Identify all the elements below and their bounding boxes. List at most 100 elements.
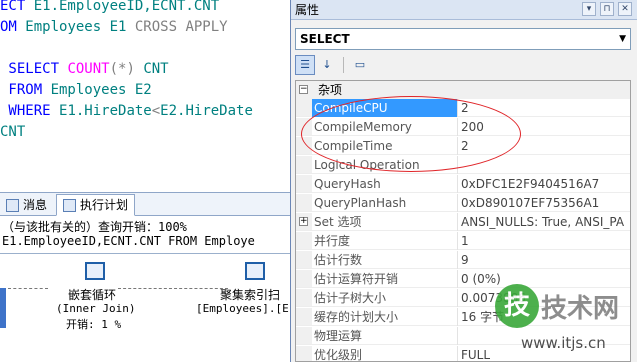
properties-titlebar: 属性 ▾ ⊓ ✕ [291,0,637,20]
nested-loops-icon[interactable] [85,262,105,280]
object-selector[interactable]: SELECT ▼ [295,28,631,50]
row-gutter [296,327,312,344]
select-operator-edge [0,288,6,328]
property-row[interactable]: 估计行数 9 [296,251,630,269]
property-name: 估计行数 [312,251,458,269]
row-gutter [296,289,312,306]
code-token: E1.EmployeeID,ECNT.CNT [33,0,220,14]
properties-title: 属性 [295,3,320,17]
property-value[interactable]: 1 [459,232,630,250]
code-line: FROM Employees E2 [0,80,152,101]
property-value[interactable]: 0xDFC1E2F9404516A7 [459,175,630,193]
property-value[interactable] [459,156,630,174]
tab-execution-plan-label: 执行计划 [80,198,129,212]
property-row[interactable]: 并行度 1 [296,232,630,250]
property-row[interactable]: + Set 选项 ANSI_NULLS: True, ANSI_PA [296,213,630,231]
row-gutter [296,251,312,268]
row-gutter [296,270,312,287]
plan-query-text: E1.EmployeeID,ECNT.CNT FROM Employe [2,234,255,248]
property-value[interactable]: 200 [459,118,630,136]
alphabetical-sort-icon[interactable]: ↓ [317,55,337,75]
code-token: FROM [0,82,51,98]
plan-query-cost: （与该批有关的）查询开销：100% [2,220,187,234]
clustered-index-scan-label: 聚集索引扫 [220,288,281,302]
property-name: CompileCPU [312,99,458,117]
code-line: ECT E1.EmployeeID,ECNT.CNT [0,0,219,17]
pin-icon[interactable]: ⊓ [600,2,614,16]
property-value[interactable]: 9 [459,251,630,269]
clustered-index-scan-icon[interactable] [245,262,265,280]
results-tab-bar: 消息 执行计划 [0,192,290,216]
row-gutter [296,99,312,116]
execution-plan-pane[interactable]: （与该批有关的）查询开销：100% E1.EmployeeID,ECNT.CNT… [0,216,290,362]
category-row-misc[interactable]: − 杂项 [296,81,630,99]
properties-toolbar: ☰ ↓ ▭ [295,54,370,76]
plan-connector [118,288,228,289]
execution-plan-icon [63,198,76,212]
property-row[interactable]: QueryHash 0xDFC1E2F9404516A7 [296,175,630,193]
row-gutter: + [296,213,312,230]
collapse-icon[interactable]: − [299,85,308,94]
code-token: ECT [0,0,34,14]
property-row[interactable]: QueryPlanHash 0xD890107EF75356A1 [296,194,630,212]
plan-divider [0,253,290,254]
watermark: 技 技术网 www.itjs.cn [495,284,637,362]
row-gutter [296,137,312,154]
property-name: 优化级别 [312,346,458,361]
code-token: E2.HireDate [160,103,253,119]
expand-icon[interactable]: + [299,217,308,226]
category-label: 杂项 [318,83,343,97]
code-token: CROSS APPLY [134,19,228,35]
tab-execution-plan[interactable]: 执行计划 [56,194,136,216]
object-selector-value: SELECT [300,32,350,46]
row-gutter [296,194,312,211]
row-gutter [296,118,312,135]
code-token: < [151,103,161,119]
property-row[interactable]: CompileMemory 200 [296,118,630,136]
property-name: Set 选项 [312,213,458,231]
close-icon[interactable]: ✕ [618,2,632,16]
watermark-title: 技术网 [541,294,620,324]
code-line: WHERE E1.HireDate<E2.HireDate [0,101,253,122]
property-value[interactable]: 2 [459,99,630,117]
property-value[interactable]: ANSI_NULLS: True, ANSI_PA [459,213,630,231]
nested-loops-cost: 开销: 1 % [66,318,122,331]
dropdown-icon[interactable]: ▾ [582,2,596,16]
property-value[interactable]: 0xD890107EF75356A1 [459,194,630,212]
clustered-index-scan-object: [Employees].[E [196,302,289,315]
property-name: 估计子树大小 [312,289,458,307]
nested-loops-label: 嵌套循环 [68,288,117,302]
code-token: OM [0,19,26,35]
watermark-url: www.itjs.cn [521,334,606,352]
property-pages-icon[interactable]: ▭ [350,55,370,75]
property-name: 缓存的计划大小 [312,308,458,326]
property-row[interactable]: CompileCPU 2 [296,99,630,117]
property-name: 并行度 [312,232,458,250]
code-token: E1.HireDate [59,103,152,119]
code-token: Employees E2 [50,82,152,98]
property-row[interactable]: Logical Operation [296,156,630,174]
property-name: CompileMemory [312,118,458,136]
property-name: QueryPlanHash [312,194,458,212]
property-name: CompileTime [312,137,458,155]
code-token: COUNT [67,61,110,77]
code-token: CNT [143,61,169,77]
plan-connector [8,288,48,289]
code-token: Employees E1 [25,19,135,35]
property-name: 物理运算 [312,327,458,345]
sql-editor[interactable]: ECT E1.EmployeeID,ECNT.CNT OM Employees E… [0,0,290,192]
watermark-logo: 技 [495,284,539,328]
code-line: SELECT COUNT(*) CNT [0,59,169,80]
tab-messages[interactable]: 消息 [0,194,53,216]
row-gutter [296,232,312,249]
categorized-view-icon[interactable]: ☰ [295,55,315,75]
code-token: (*) [109,61,144,77]
code-token: CNT [0,124,26,140]
row-gutter [296,156,312,173]
property-name: QueryHash [312,175,458,193]
chevron-down-icon: ▼ [619,34,626,44]
property-row[interactable]: CompileTime 2 [296,137,630,155]
property-name: Logical Operation [312,156,458,174]
property-value[interactable]: 2 [459,137,630,155]
property-name: 估计运算符开销 [312,270,458,288]
